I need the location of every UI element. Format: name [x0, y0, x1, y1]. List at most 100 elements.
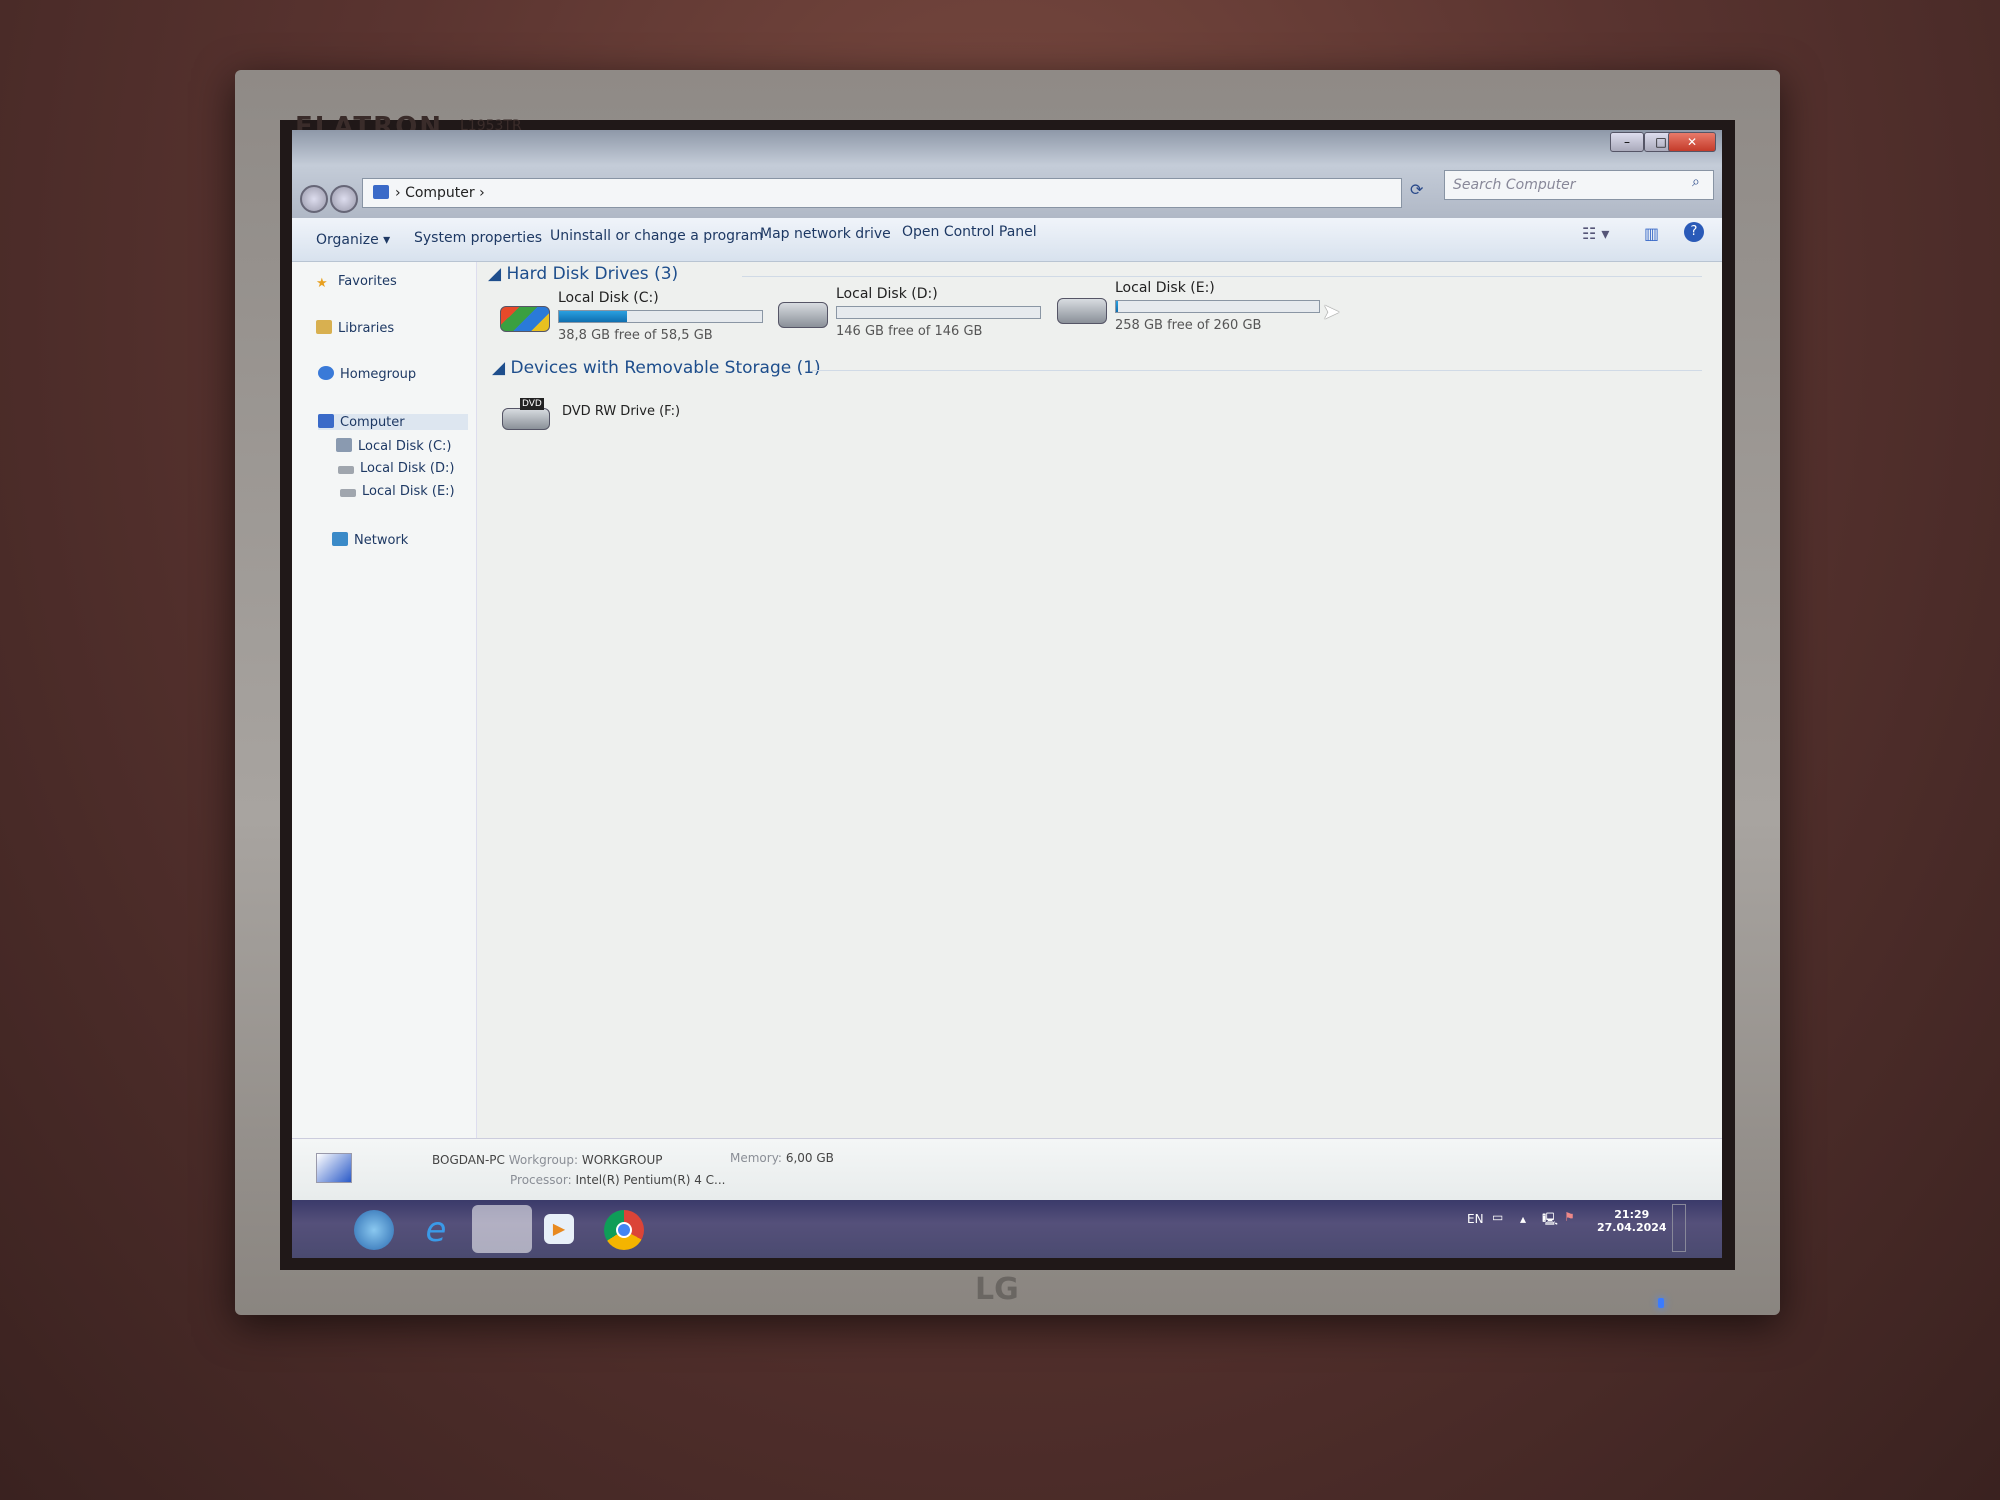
internet-explorer-icon[interactable]: e	[416, 1210, 456, 1250]
explorer-taskbar-button[interactable]	[472, 1205, 532, 1253]
media-player-icon[interactable]: ▶	[544, 1214, 574, 1244]
drive-e-item[interactable]: Local Disk (E:) 258 GB free of 260 GB	[1057, 280, 1327, 340]
nav-drive-c[interactable]: Local Disk (C:)	[336, 438, 451, 454]
organize-button[interactable]: Organize ▾	[316, 232, 390, 248]
drive-usage-bar	[1115, 300, 1320, 313]
command-bar: Organize ▾ System properties Uninstall o…	[292, 218, 1722, 262]
clock-date: 27.04.2024	[1597, 1221, 1667, 1234]
network-tray-icon[interactable]: 🖳	[1542, 1210, 1558, 1231]
computer-icon	[316, 1153, 352, 1183]
action-center-flag-icon[interactable]: ⚑	[1564, 1210, 1575, 1224]
computer-icon	[318, 414, 334, 428]
title-bar: – □ ✕ › Computer › ⟳ Search Computer ⌕	[292, 130, 1722, 218]
show-hidden-icons-button[interactable]: ▴	[1520, 1212, 1526, 1226]
search-input[interactable]: Search Computer	[1444, 170, 1714, 200]
start-button[interactable]	[354, 1210, 394, 1250]
drive-icon	[1057, 298, 1107, 324]
taskbar: e ▶ EN ▭ ▴ 🖳 ⚑ 21:29 27.04.2024	[292, 1200, 1722, 1258]
drive-space: 38,8 GB free of 58,5 GB	[558, 328, 713, 343]
content-pane: ◢ Hard Disk Drives (3) Local Disk (C:) 3…	[482, 262, 1722, 1138]
star-icon: ★	[316, 276, 328, 291]
nav-homegroup[interactable]: Homegroup	[318, 366, 416, 382]
usage-fill	[559, 311, 628, 322]
nav-label: Favorites	[338, 274, 397, 289]
homegroup-icon	[318, 366, 334, 380]
drive-name: Local Disk (D:)	[836, 286, 938, 302]
nav-drive-d[interactable]: Local Disk (D:)	[338, 461, 454, 476]
back-button[interactable]	[300, 185, 328, 213]
breadcrumb-computer[interactable]: Computer	[405, 185, 475, 201]
drive-usage-bar	[558, 310, 763, 323]
drive-name: Local Disk (C:)	[558, 290, 659, 306]
divider	[812, 370, 1702, 371]
drive-name: DVD RW Drive (F:)	[562, 404, 681, 419]
dvd-badge: DVD	[520, 398, 544, 410]
navigation-pane: ★ Favorites Libraries Homegroup Computer …	[292, 262, 477, 1142]
memory-value: 6,00 GB	[785, 1151, 834, 1165]
clock-time: 21:29	[1614, 1208, 1650, 1221]
dvd-drive-item[interactable]: DVD DVD RW Drive (F:)	[502, 386, 742, 446]
monitor-logo: LG	[975, 1272, 1019, 1307]
nav-label: Libraries	[338, 321, 395, 336]
help-icon[interactable]: ?	[1684, 222, 1704, 242]
network-icon	[332, 532, 348, 546]
workgroup-label: Workgroup:	[508, 1153, 579, 1167]
map-network-drive-button[interactable]: Map network drive	[760, 226, 891, 242]
group-removable-storage[interactable]: ◢ Devices with Removable Storage (1)	[492, 358, 821, 378]
clock[interactable]: 21:29 27.04.2024	[1597, 1208, 1667, 1234]
language-indicator[interactable]: EN	[1467, 1212, 1484, 1226]
uninstall-program-button[interactable]: Uninstall or change a program	[550, 228, 763, 244]
memory-label: Memory:	[730, 1151, 782, 1165]
dvd-drive-icon	[502, 408, 550, 430]
drive-usage-bar	[836, 306, 1041, 319]
group-title: Devices with Removable Storage (1)	[510, 358, 821, 378]
chrome-icon[interactable]	[604, 1210, 644, 1250]
address-bar[interactable]: › Computer ›	[362, 178, 1402, 208]
nav-libraries[interactable]: Libraries	[316, 320, 394, 336]
search-icon[interactable]: ⌕	[1692, 174, 1700, 190]
divider	[742, 276, 1702, 277]
minimize-button[interactable]: –	[1610, 132, 1644, 152]
nav-label: Local Disk (C:)	[358, 439, 452, 454]
open-control-panel-button[interactable]: Open Control Panel	[902, 224, 1037, 240]
processor-label: Processor:	[510, 1173, 572, 1187]
system-properties-button[interactable]: System properties	[414, 230, 542, 246]
preview-pane-icon[interactable]: ▥	[1644, 224, 1659, 243]
nav-label: Local Disk (E:)	[362, 484, 455, 499]
drive-space: 146 GB free of 146 GB	[836, 324, 983, 339]
workgroup-value: WORKGROUP	[581, 1153, 663, 1167]
nav-label: Local Disk (D:)	[360, 461, 455, 476]
drive-d-item[interactable]: Local Disk (D:) 146 GB free of 146 GB	[778, 286, 1048, 346]
power-led	[1658, 1298, 1664, 1308]
libraries-icon	[316, 320, 332, 334]
nav-label: Homegroup	[340, 367, 417, 382]
keyboard-icon[interactable]: ▭	[1492, 1210, 1503, 1224]
drive-icon	[778, 302, 828, 328]
drive-c-item[interactable]: Local Disk (C:) 38,8 GB free of 58,5 GB	[500, 290, 770, 350]
group-hard-disk-drives[interactable]: ◢ Hard Disk Drives (3)	[488, 264, 678, 284]
refresh-icon[interactable]: ⟳	[1410, 180, 1423, 199]
nav-network[interactable]: Network	[332, 532, 408, 548]
system-drive-icon	[336, 438, 352, 452]
drive-icon	[340, 489, 356, 497]
show-desktop-button[interactable]	[1672, 1204, 1686, 1252]
system-drive-icon	[500, 306, 550, 332]
close-button[interactable]: ✕	[1668, 132, 1716, 152]
view-options-icon[interactable]: ☷ ▾	[1582, 224, 1609, 243]
forward-button[interactable]	[330, 185, 358, 213]
details-pane: BOGDAN-PC Workgroup: WORKGROUP Memory: 6…	[292, 1138, 1722, 1200]
nav-computer[interactable]: Computer	[318, 414, 468, 430]
processor-value: Intel(R) Pentium(R) 4 C...	[575, 1173, 726, 1187]
nav-drive-e[interactable]: Local Disk (E:)	[340, 484, 455, 499]
mouse-cursor-icon: ➤	[1322, 300, 1341, 325]
nav-favorites[interactable]: ★ Favorites	[316, 274, 397, 291]
pc-name: BOGDAN-PC	[432, 1153, 505, 1167]
nav-label: Computer	[340, 415, 405, 430]
computer-icon	[373, 185, 389, 199]
usage-fill	[1116, 301, 1118, 312]
group-title: Hard Disk Drives (3)	[506, 264, 679, 284]
drive-space: 258 GB free of 260 GB	[1115, 318, 1262, 333]
screen: – □ ✕ › Computer › ⟳ Search Computer ⌕ O…	[292, 130, 1722, 1258]
drive-icon	[338, 466, 354, 474]
drive-name: Local Disk (E:)	[1115, 280, 1215, 296]
